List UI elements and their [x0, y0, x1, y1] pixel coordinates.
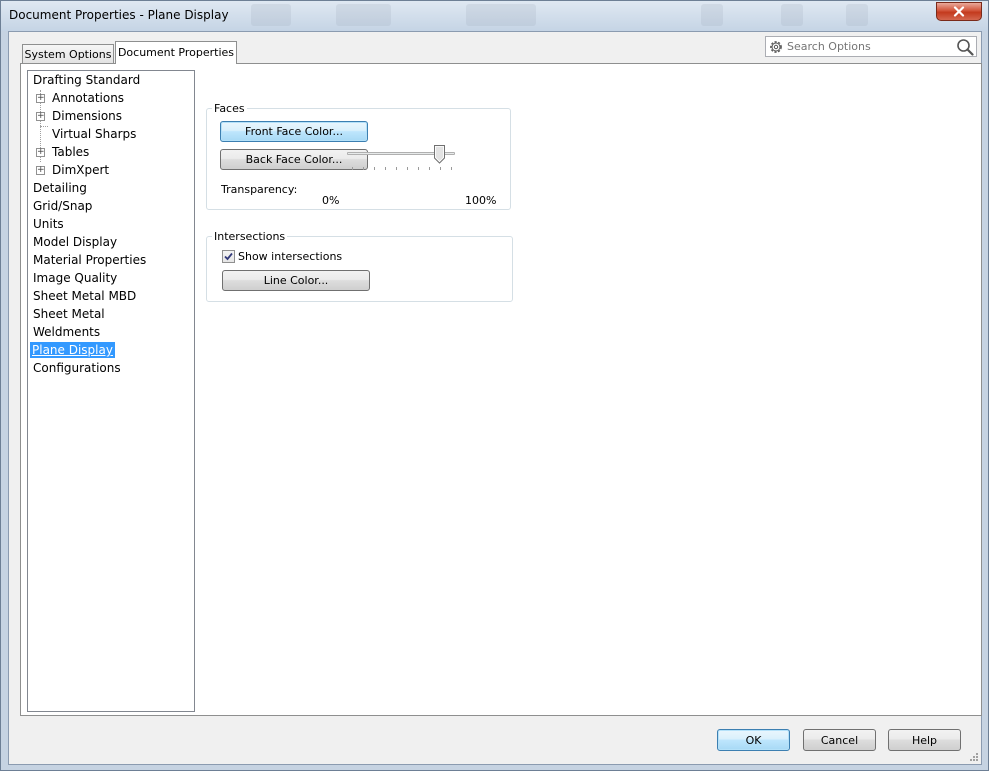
background-ghost: [466, 4, 536, 26]
tree-item-configurations[interactable]: Configurations: [31, 360, 123, 376]
back-face-color-button[interactable]: Back Face Color...: [220, 149, 368, 170]
tab-document-properties[interactable]: Document Properties: [115, 41, 237, 64]
tree-item-image-quality[interactable]: Image Quality: [31, 270, 119, 286]
options-tree: Drafting Standard + Annotations + Dimens…: [27, 70, 195, 712]
tree-item-detailing[interactable]: Detailing: [31, 180, 89, 196]
tree-item-annotations[interactable]: Annotations: [50, 90, 126, 106]
background-ghost: [251, 4, 291, 26]
help-button[interactable]: Help: [888, 729, 961, 751]
ok-button[interactable]: OK: [717, 729, 790, 751]
close-icon: [953, 6, 965, 17]
background-ghost: [701, 4, 723, 26]
search-options-box: [765, 36, 977, 57]
faces-group-title: Faces: [212, 102, 247, 115]
tree-item-plane-display[interactable]: Plane Display: [30, 342, 115, 358]
tab-label: Document Properties: [117, 46, 235, 59]
expand-plus-icon[interactable]: +: [36, 148, 45, 157]
background-ghost: [336, 4, 391, 26]
background-ghost: [846, 4, 868, 26]
tree-connector: [40, 126, 48, 127]
background-ghost: [781, 4, 803, 26]
title-bar: Document Properties - Plane Display: [1, 1, 988, 31]
cancel-button[interactable]: Cancel: [803, 729, 876, 751]
slider-tick: [374, 167, 375, 170]
tree-item-units[interactable]: Units: [31, 216, 66, 232]
show-intersections-checkbox[interactable]: [222, 250, 235, 263]
tree-item-material-properties[interactable]: Material Properties: [31, 252, 148, 268]
slider-tick: [429, 167, 430, 170]
slider-tick: [396, 167, 397, 170]
tree-item-model-display[interactable]: Model Display: [31, 234, 119, 250]
dialog-window: Document Properties - Plane Display Syst…: [0, 0, 989, 771]
transparency-slider-thumb[interactable]: [434, 145, 446, 164]
slider-tick: [385, 167, 386, 170]
slider-tick: [363, 167, 364, 170]
tree-item-weldments[interactable]: Weldments: [31, 324, 102, 340]
tree-item-sheet-metal[interactable]: Sheet Metal: [31, 306, 107, 322]
tree-item-tables[interactable]: Tables: [50, 144, 91, 160]
window-title: Document Properties - Plane Display: [9, 8, 229, 22]
slider-tick: [352, 167, 353, 170]
tree-item-dimxpert[interactable]: DimXpert: [50, 162, 111, 178]
tree-item-virtual-sharps[interactable]: Virtual Sharps: [50, 126, 138, 142]
front-face-color-button[interactable]: Front Face Color...: [220, 121, 368, 142]
close-button[interactable]: [936, 2, 982, 21]
resize-grip-icon[interactable]: [969, 752, 979, 762]
search-icon[interactable]: [956, 38, 974, 56]
tab-content-panel: Drafting Standard + Annotations + Dimens…: [20, 63, 982, 716]
slider-tick: [407, 167, 408, 170]
gear-icon[interactable]: [768, 39, 784, 55]
tree-item-drafting-standard[interactable]: Drafting Standard: [31, 72, 142, 88]
search-input[interactable]: [787, 38, 947, 55]
tab-system-options[interactable]: System Options: [22, 44, 114, 63]
line-color-button[interactable]: Line Color...: [222, 270, 370, 291]
show-intersections-label[interactable]: Show intersections: [238, 250, 342, 263]
slider-tick: [451, 167, 452, 170]
expand-plus-icon[interactable]: +: [36, 94, 45, 103]
expand-plus-icon[interactable]: +: [36, 166, 45, 175]
intersections-group-title: Intersections: [212, 230, 288, 243]
expand-plus-icon[interactable]: +: [36, 112, 45, 121]
checkmark-icon: [224, 252, 233, 261]
intersections-group: [206, 236, 513, 302]
slider-tick: [418, 167, 419, 170]
tab-label: System Options: [24, 48, 112, 61]
transparency-label: Transparency:: [221, 183, 298, 196]
dialog-client-area: System Options Document Properties Dra: [8, 31, 982, 765]
tree-item-grid-snap[interactable]: Grid/Snap: [31, 198, 94, 214]
slider-tick: [440, 167, 441, 170]
transparency-min-label: 0%: [322, 194, 340, 207]
transparency-max-label: 100%: [465, 194, 497, 207]
tree-item-sheet-metal-mbd[interactable]: Sheet Metal MBD: [31, 288, 138, 304]
tree-item-dimensions[interactable]: Dimensions: [50, 108, 124, 124]
